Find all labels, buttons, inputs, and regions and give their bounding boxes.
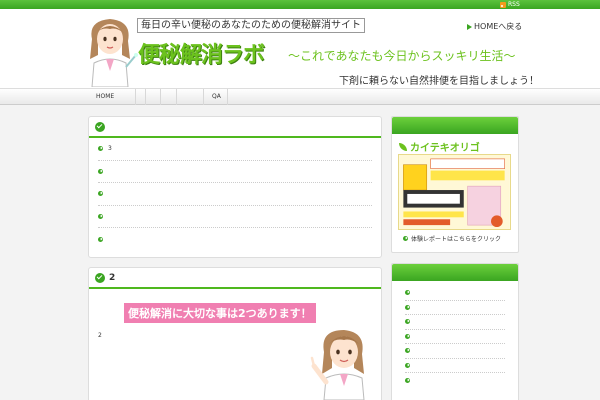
doctor-illustration: [90, 19, 138, 87]
sidebar-header: [392, 117, 518, 134]
arrow-right-icon: [467, 23, 472, 30]
list-item[interactable]: [98, 228, 372, 251]
sidebar-list: [396, 286, 514, 388]
bullet-check-icon: [98, 236, 103, 242]
card-title: 2: [109, 272, 116, 283]
list-item[interactable]: [98, 183, 372, 206]
list-item[interactable]: [405, 315, 505, 330]
site-header: 毎日の辛い便秘のあなたのための便秘解消サイト HOMEへ戻る 便秘解消ラボ 〜こ…: [0, 9, 600, 88]
rss-label: RSS: [508, 1, 520, 8]
sidebar-banner-title: カイテキオリゴ: [399, 139, 480, 154]
article-list-card: 3: [88, 116, 382, 258]
nav-item-home[interactable]: HOME: [88, 89, 136, 105]
rss-icon: [500, 1, 506, 8]
doctor-illustration: [310, 330, 365, 400]
list-item[interactable]: [405, 286, 505, 301]
bullet-check-icon: [405, 319, 410, 325]
home-back-link[interactable]: HOMEへ戻る: [467, 21, 522, 32]
site-title[interactable]: 便秘解消ラボ: [138, 37, 265, 69]
bullet-check-icon: [405, 290, 410, 296]
nav-item-3[interactable]: [146, 89, 161, 105]
bullet-check-icon: [405, 348, 410, 354]
check-circle-icon: [95, 272, 105, 283]
list-item[interactable]: [405, 330, 505, 344]
main-nav: HOME QA: [0, 88, 600, 105]
sidebar-banner-link[interactable]: 体験レポートはこちらをクリック: [403, 234, 501, 243]
sidebar-header: [392, 264, 518, 281]
rss-link[interactable]: RSS: [500, 0, 520, 9]
bullet-check-icon: [98, 168, 103, 174]
list-item-label: 3: [108, 145, 112, 153]
bullet-check-icon: [405, 377, 410, 383]
product-banner-image[interactable]: [398, 154, 511, 230]
article-banner: 便秘解消に大切な事は2つあります！: [124, 303, 316, 323]
home-back-label: HOMEへ戻る: [474, 22, 523, 31]
leaf-icon: [399, 142, 407, 151]
site-subtitle: 〜これであなたも今日からスッキリ生活〜: [288, 49, 516, 63]
list-item[interactable]: 3: [98, 138, 372, 161]
nav-item-qa[interactable]: QA: [204, 89, 228, 105]
bullet-check-icon: [98, 191, 103, 197]
site-tagline: 毎日の辛い便秘のあなたのための便秘解消サイト: [137, 18, 365, 33]
bullet-check-icon: [405, 333, 410, 339]
article-list: 3: [89, 138, 381, 251]
bullet-check-icon: [98, 213, 103, 219]
bullet-check-icon: [405, 362, 410, 368]
article-body: 2: [98, 332, 102, 339]
list-item[interactable]: [405, 373, 505, 388]
list-item[interactable]: [405, 359, 505, 373]
check-circle-icon: [95, 121, 105, 132]
list-item[interactable]: [98, 206, 372, 228]
nav-item-2[interactable]: [136, 89, 146, 105]
card-header: 2: [89, 268, 381, 289]
list-item[interactable]: [405, 344, 505, 359]
site-description: 下剤に頼らない自然排便を目指しましょう！: [339, 76, 539, 87]
bullet-check-icon: [403, 236, 408, 241]
list-item[interactable]: [98, 161, 372, 183]
nav-item-4[interactable]: [161, 89, 177, 105]
bullet-check-icon: [98, 146, 103, 152]
card-header: [89, 117, 381, 138]
list-item[interactable]: [405, 301, 505, 315]
bullet-check-icon: [405, 304, 410, 310]
nav-item-5[interactable]: [177, 89, 204, 105]
